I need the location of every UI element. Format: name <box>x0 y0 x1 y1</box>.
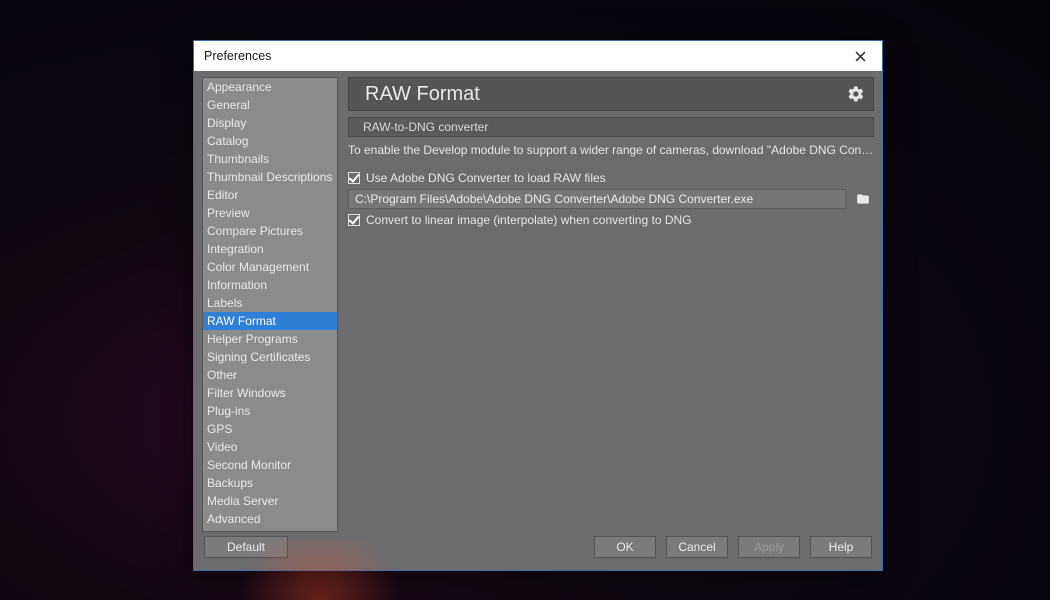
use-dng-row: Use Adobe DNG Converter to load RAW file… <box>348 171 874 185</box>
browse-button[interactable] <box>852 189 874 209</box>
folder-icon <box>855 192 871 206</box>
sidebar-item-appearance[interactable]: Appearance <box>203 78 337 96</box>
dng-path-input[interactable] <box>348 189 846 209</box>
close-button[interactable] <box>838 41 882 71</box>
sidebar-item-editor[interactable]: Editor <box>203 186 337 204</box>
settings-pane: RAW Format RAW-to-DNG converter To enabl… <box>348 77 874 532</box>
sidebar-item-second-monitor[interactable]: Second Monitor <box>203 456 337 474</box>
use-dng-label: Use Adobe DNG Converter to load RAW file… <box>366 171 606 185</box>
pane-header: RAW Format <box>348 77 874 111</box>
sidebar-item-media-server[interactable]: Media Server <box>203 492 337 510</box>
sidebar-item-raw-format[interactable]: RAW Format <box>203 312 337 330</box>
sidebar-item-plug-ins[interactable]: Plug-ins <box>203 402 337 420</box>
ok-button[interactable]: OK <box>594 536 656 558</box>
sidebar-item-gps[interactable]: GPS <box>203 420 337 438</box>
category-list[interactable]: AppearanceGeneralDisplayCatalogThumbnail… <box>202 77 338 532</box>
section-header: RAW-to-DNG converter <box>348 117 874 137</box>
sidebar-item-display[interactable]: Display <box>203 114 337 132</box>
sidebar-item-advanced[interactable]: Advanced <box>203 510 337 528</box>
sidebar-item-backups[interactable]: Backups <box>203 474 337 492</box>
section-description: To enable the Develop module to support … <box>348 143 874 157</box>
titlebar: Preferences <box>194 41 882 71</box>
sidebar-item-thumbnail-descriptions[interactable]: Thumbnail Descriptions <box>203 168 337 186</box>
window-title: Preferences <box>204 49 271 63</box>
preferences-dialog: Preferences AppearanceGeneralDisplayCata… <box>193 40 883 571</box>
sidebar-item-filter-windows[interactable]: Filter Windows <box>203 384 337 402</box>
linear-row: Convert to linear image (interpolate) wh… <box>348 213 874 227</box>
dng-path-row <box>348 189 874 209</box>
sidebar-item-general[interactable]: General <box>203 96 337 114</box>
sidebar-item-catalog[interactable]: Catalog <box>203 132 337 150</box>
sidebar-item-color-management[interactable]: Color Management <box>203 258 337 276</box>
gear-icon <box>847 85 865 103</box>
cancel-button[interactable]: Cancel <box>666 536 728 558</box>
pane-title: RAW Format <box>365 83 480 106</box>
dialog-body: AppearanceGeneralDisplayCatalogThumbnail… <box>194 71 882 532</box>
dialog-footer: Default OK Cancel Apply Help <box>194 532 882 570</box>
section-title: RAW-to-DNG converter <box>363 120 488 134</box>
help-button[interactable]: Help <box>810 536 872 558</box>
sidebar-item-helper-programs[interactable]: Helper Programs <box>203 330 337 348</box>
sidebar-item-integration[interactable]: Integration <box>203 240 337 258</box>
use-dng-checkbox[interactable] <box>348 172 360 184</box>
default-button[interactable]: Default <box>204 536 288 558</box>
sidebar-item-thumbnails[interactable]: Thumbnails <box>203 150 337 168</box>
sidebar-item-signing-certificates[interactable]: Signing Certificates <box>203 348 337 366</box>
sidebar-item-other[interactable]: Other <box>203 366 337 384</box>
linear-checkbox[interactable] <box>348 214 360 226</box>
linear-label: Convert to linear image (interpolate) wh… <box>366 213 692 227</box>
sidebar-item-labels[interactable]: Labels <box>203 294 337 312</box>
settings-gear-button[interactable] <box>847 85 865 103</box>
sidebar-item-preview[interactable]: Preview <box>203 204 337 222</box>
apply-button: Apply <box>738 536 800 558</box>
sidebar-item-video[interactable]: Video <box>203 438 337 456</box>
sidebar-item-compare-pictures[interactable]: Compare Pictures <box>203 222 337 240</box>
sidebar-item-information[interactable]: Information <box>203 276 337 294</box>
close-icon <box>855 51 866 62</box>
